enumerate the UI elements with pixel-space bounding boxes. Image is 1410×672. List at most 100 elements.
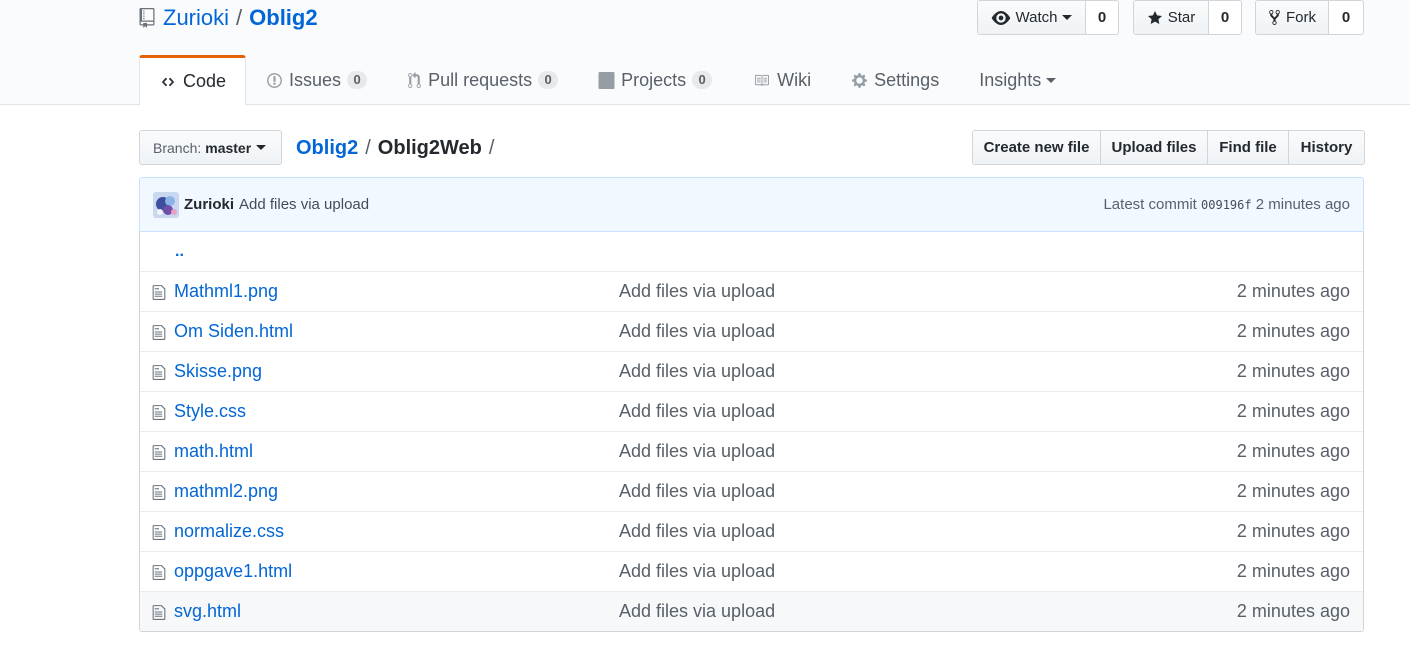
- tab-insights-label: Insights: [979, 69, 1042, 90]
- breadcrumb-separator: /: [488, 136, 495, 159]
- file-name-link[interactable]: Skisse.png: [174, 361, 262, 382]
- commit-message-link[interactable]: Add files via upload: [239, 196, 369, 213]
- file-commit-message-link[interactable]: Add files via upload: [619, 281, 775, 302]
- file-row: normalize.css Add files via upload 2 minut…: [140, 511, 1363, 551]
- repo-title: Zurioki / Oblig2: [139, 4, 318, 32]
- file-name-link[interactable]: math.html: [174, 441, 253, 462]
- file-row: Style.css Add files via upload 2 minutes a…: [140, 391, 1363, 431]
- repo-nav: Code Issues 0 Pull requests 0 Projects 0…: [139, 55, 1076, 106]
- watch-control: Watch 0: [977, 0, 1119, 35]
- file-icon: [152, 564, 166, 586]
- tab-settings-label: Settings: [874, 69, 940, 90]
- file-commit-message-link[interactable]: Add files via upload: [619, 561, 775, 582]
- create-new-file-button[interactable]: Create new file: [973, 131, 1101, 164]
- file-row: oppgave1.html Add files via upload 2 minut…: [140, 551, 1363, 591]
- fork-control: Fork 0: [1255, 0, 1364, 35]
- file-icon: [152, 524, 166, 546]
- file-commit-message-link[interactable]: Add files via upload: [619, 361, 775, 382]
- file-row: mathml2.png Add files via upload 2 minutes…: [140, 471, 1363, 511]
- fork-button[interactable]: Fork: [1256, 1, 1329, 34]
- file-name-link[interactable]: svg.html: [174, 601, 241, 622]
- gear-icon: [852, 72, 868, 88]
- fork-label: Fork: [1286, 9, 1316, 26]
- repo-owner-link[interactable]: Zurioki: [163, 5, 229, 31]
- file-row: Mathml1.png Add files via upload 2 minutes…: [140, 271, 1363, 311]
- repo-name-link[interactable]: Oblig2: [249, 5, 317, 31]
- file-age: 2 minutes ago: [1236, 521, 1350, 541]
- file-commit-message-link[interactable]: Add files via upload: [619, 601, 775, 622]
- repo-title-separator: /: [236, 5, 243, 30]
- file-commit-message-link[interactable]: Add files via upload: [619, 321, 775, 342]
- tab-settings[interactable]: Settings: [831, 55, 959, 105]
- avatar[interactable]: [153, 191, 179, 218]
- star-control: Star 0: [1133, 0, 1242, 35]
- fork-count[interactable]: 0: [1329, 1, 1363, 34]
- latest-commit-label: Latest commit: [1103, 196, 1197, 213]
- branch-name: master: [205, 139, 252, 156]
- commit-meta: Latest commit 009196f 2 minutes ago: [1103, 196, 1350, 213]
- file-name-link[interactable]: Om Siden.html: [174, 321, 293, 342]
- file-icon: [152, 484, 166, 506]
- chevron-down-icon: [1062, 15, 1073, 20]
- file-name-link[interactable]: oppgave1.html: [174, 561, 292, 582]
- breadcrumb-root-link[interactable]: Oblig2: [296, 137, 358, 160]
- file-row: Skisse.png Add files via upload 2 minutes …: [140, 351, 1363, 391]
- commit-sha-link[interactable]: 009196f: [1201, 198, 1252, 212]
- file-row: Om Siden.html Add files via upload 2 minut…: [140, 311, 1363, 351]
- upload-files-button[interactable]: Upload files: [1101, 131, 1208, 164]
- latest-commit-bar: Zurioki Add files via upload Latest comm…: [139, 177, 1364, 232]
- branch-select-button[interactable]: Branch: master: [139, 130, 282, 165]
- file-icon: [152, 364, 166, 386]
- file-row: svg.html Add files via upload 2 minutes ag…: [140, 591, 1363, 631]
- find-file-button[interactable]: Find file: [1208, 131, 1289, 164]
- file-commit-message-link[interactable]: Add files via upload: [619, 441, 775, 462]
- watch-label: Watch: [1015, 9, 1058, 26]
- project-icon: [598, 71, 615, 89]
- fork-icon: [1269, 10, 1280, 25]
- avatar-image: [153, 191, 179, 218]
- star-count[interactable]: 0: [1209, 1, 1241, 34]
- tab-code[interactable]: Code: [139, 55, 247, 106]
- history-button[interactable]: History: [1289, 131, 1364, 164]
- projects-count-badge: 0: [692, 71, 713, 89]
- parent-directory-row: ..: [140, 232, 1363, 271]
- file-age: 2 minutes ago: [1236, 441, 1350, 461]
- file-commit-message-link[interactable]: Add files via upload: [619, 401, 775, 422]
- tab-issues-label: Issues: [289, 69, 342, 90]
- parent-directory-link[interactable]: ..: [175, 243, 184, 261]
- file-commit-message-link[interactable]: Add files via upload: [619, 521, 775, 542]
- tab-wiki[interactable]: Wiki: [732, 55, 831, 105]
- commit-age: 2 minutes ago: [1255, 196, 1350, 213]
- pull-request-icon: [408, 71, 421, 88]
- chevron-down-icon: [1046, 77, 1057, 83]
- tab-projects[interactable]: Projects 0: [578, 55, 732, 105]
- watch-button[interactable]: Watch: [978, 1, 1086, 34]
- watch-count[interactable]: 0: [1086, 1, 1118, 34]
- file-name-link[interactable]: mathml2.png: [174, 481, 278, 502]
- code-icon: [161, 77, 175, 86]
- file-age: 2 minutes ago: [1236, 561, 1350, 581]
- file-name-link[interactable]: normalize.css: [174, 521, 284, 542]
- star-button[interactable]: Star: [1134, 1, 1209, 34]
- tab-issues[interactable]: Issues 0: [246, 55, 387, 105]
- file-age: 2 minutes ago: [1236, 321, 1350, 341]
- tab-wiki-label: Wiki: [777, 69, 812, 90]
- tab-pull-requests[interactable]: Pull requests 0: [387, 55, 578, 105]
- file-icon: [152, 404, 166, 426]
- breadcrumb: Oblig2 / Oblig2Web /: [296, 134, 501, 162]
- breadcrumb-current: Oblig2Web: [377, 136, 482, 159]
- tab-insights[interactable]: Insights: [959, 55, 1076, 105]
- star-icon: [1147, 10, 1162, 24]
- file-age: 2 minutes ago: [1236, 481, 1350, 501]
- file-name-link[interactable]: Mathml1.png: [174, 281, 278, 302]
- file-name-link[interactable]: Style.css: [174, 401, 246, 422]
- file-commit-message-link[interactable]: Add files via upload: [619, 481, 775, 502]
- repo-icon: [139, 8, 155, 28]
- commit-author-link[interactable]: Zurioki: [184, 196, 234, 213]
- file-icon: [152, 604, 166, 626]
- breadcrumb-separator: /: [365, 136, 371, 159]
- branch-label: Branch:: [153, 139, 202, 156]
- file-icon: [152, 444, 166, 466]
- issue-icon: [267, 72, 282, 88]
- file-navigation: Create new file Upload files Find file H…: [972, 130, 1365, 165]
